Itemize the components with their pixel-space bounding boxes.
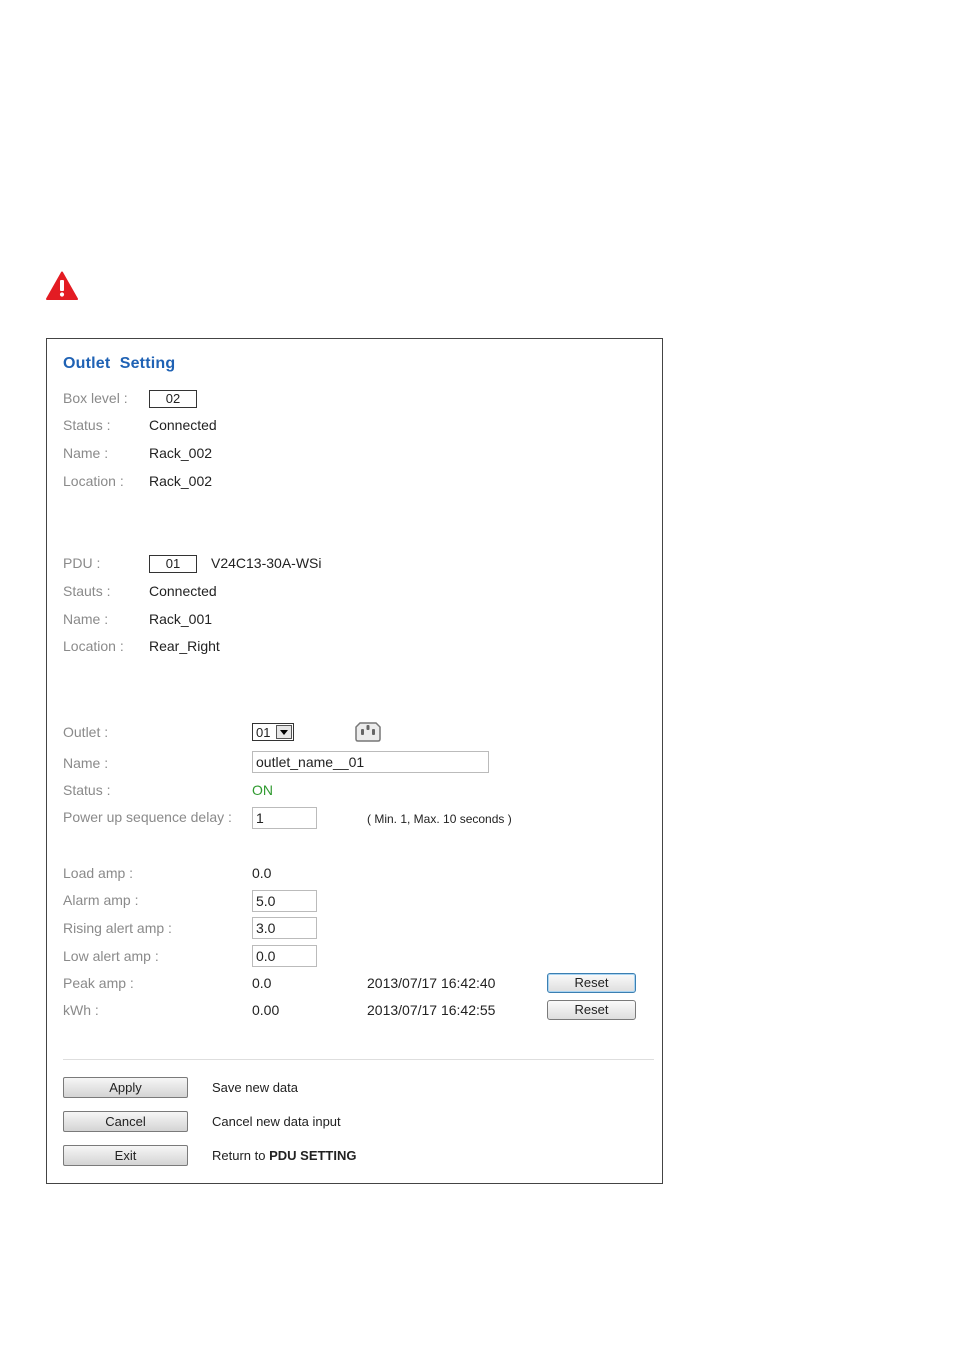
cancel-description: Cancel new data input [212,1114,341,1129]
exit-description: Return to PDU SETTING [212,1148,357,1163]
outlet-label: Outlet : [63,724,109,740]
box-level-label: Box level : [63,390,128,406]
load-amp-label: Load amp : [63,865,134,881]
pdu-status-value: Connected [149,583,217,599]
peak-amp-reset-button[interactable]: Reset [547,973,636,993]
box-location-value: Rack_002 [149,473,213,489]
power-up-delay-label: Power up sequence delay : [63,809,232,825]
kwh-reset-button[interactable]: Reset [547,1000,636,1020]
box-location-label: Location : [63,473,124,489]
box-status-label: Status : [63,417,111,433]
power-up-delay-input[interactable] [252,807,317,829]
power-up-delay-hint: ( Min. 1, Max. 10 seconds ) [367,812,512,826]
box-status-value: Connected [149,417,217,433]
peak-amp-value: 0.0 [252,975,272,991]
outlet-select[interactable]: 01 [252,723,294,741]
pdu-model: V24C13-30A-WSi [211,555,322,571]
pdu-label: PDU : [63,555,101,571]
box-name-label: Name : [63,445,109,461]
exit-description-target: PDU SETTING [269,1148,357,1163]
rising-alert-amp-label: Rising alert amp : [63,920,172,936]
power-outlet-icon [355,722,381,742]
warning-triangle-icon [46,271,78,300]
low-alert-amp-input[interactable] [252,945,317,967]
outlet-status-value: ON [252,782,273,798]
exit-description-prefix: Return to [212,1148,270,1163]
load-amp-value: 0.0 [252,865,272,881]
rising-alert-amp-input[interactable] [252,917,317,939]
outlet-setting-panel: Outlet Setting Box level : 02 Status : C… [46,338,663,1184]
outlet-status-label: Status : [63,782,111,798]
outlet-name-label: Name : [63,755,109,771]
alarm-amp-label: Alarm amp : [63,892,139,908]
pdu-value: 01 [149,555,197,573]
outlet-name-input[interactable] [252,751,489,773]
peak-amp-timestamp: 2013/07/17 16:42:40 [367,975,496,991]
cancel-button[interactable]: Cancel [63,1111,188,1132]
kwh-timestamp: 2013/07/17 16:42:55 [367,1002,496,1018]
pdu-location-value: Rear_Right [149,638,220,654]
pdu-status-label: Stauts : [63,583,111,599]
outlet-select-value: 01 [256,725,271,740]
alarm-amp-input[interactable] [252,890,317,912]
box-level-value: 02 [149,390,197,408]
kwh-value: 0.00 [252,1002,280,1018]
pdu-name-value: Rack_001 [149,611,213,627]
pdu-location-label: Location : [63,638,124,654]
kwh-label: kWh : [63,1002,99,1018]
pdu-name-label: Name : [63,611,109,627]
panel-title: Outlet Setting [63,355,176,372]
divider [63,1059,654,1060]
low-alert-amp-label: Low alert amp : [63,948,159,964]
peak-amp-label: Peak amp : [63,975,134,991]
box-name-value: Rack_002 [149,445,213,461]
chevron-down-icon[interactable] [276,725,292,739]
exit-button[interactable]: Exit [63,1145,188,1166]
apply-button[interactable]: Apply [63,1077,188,1098]
apply-description: Save new data [212,1080,299,1095]
